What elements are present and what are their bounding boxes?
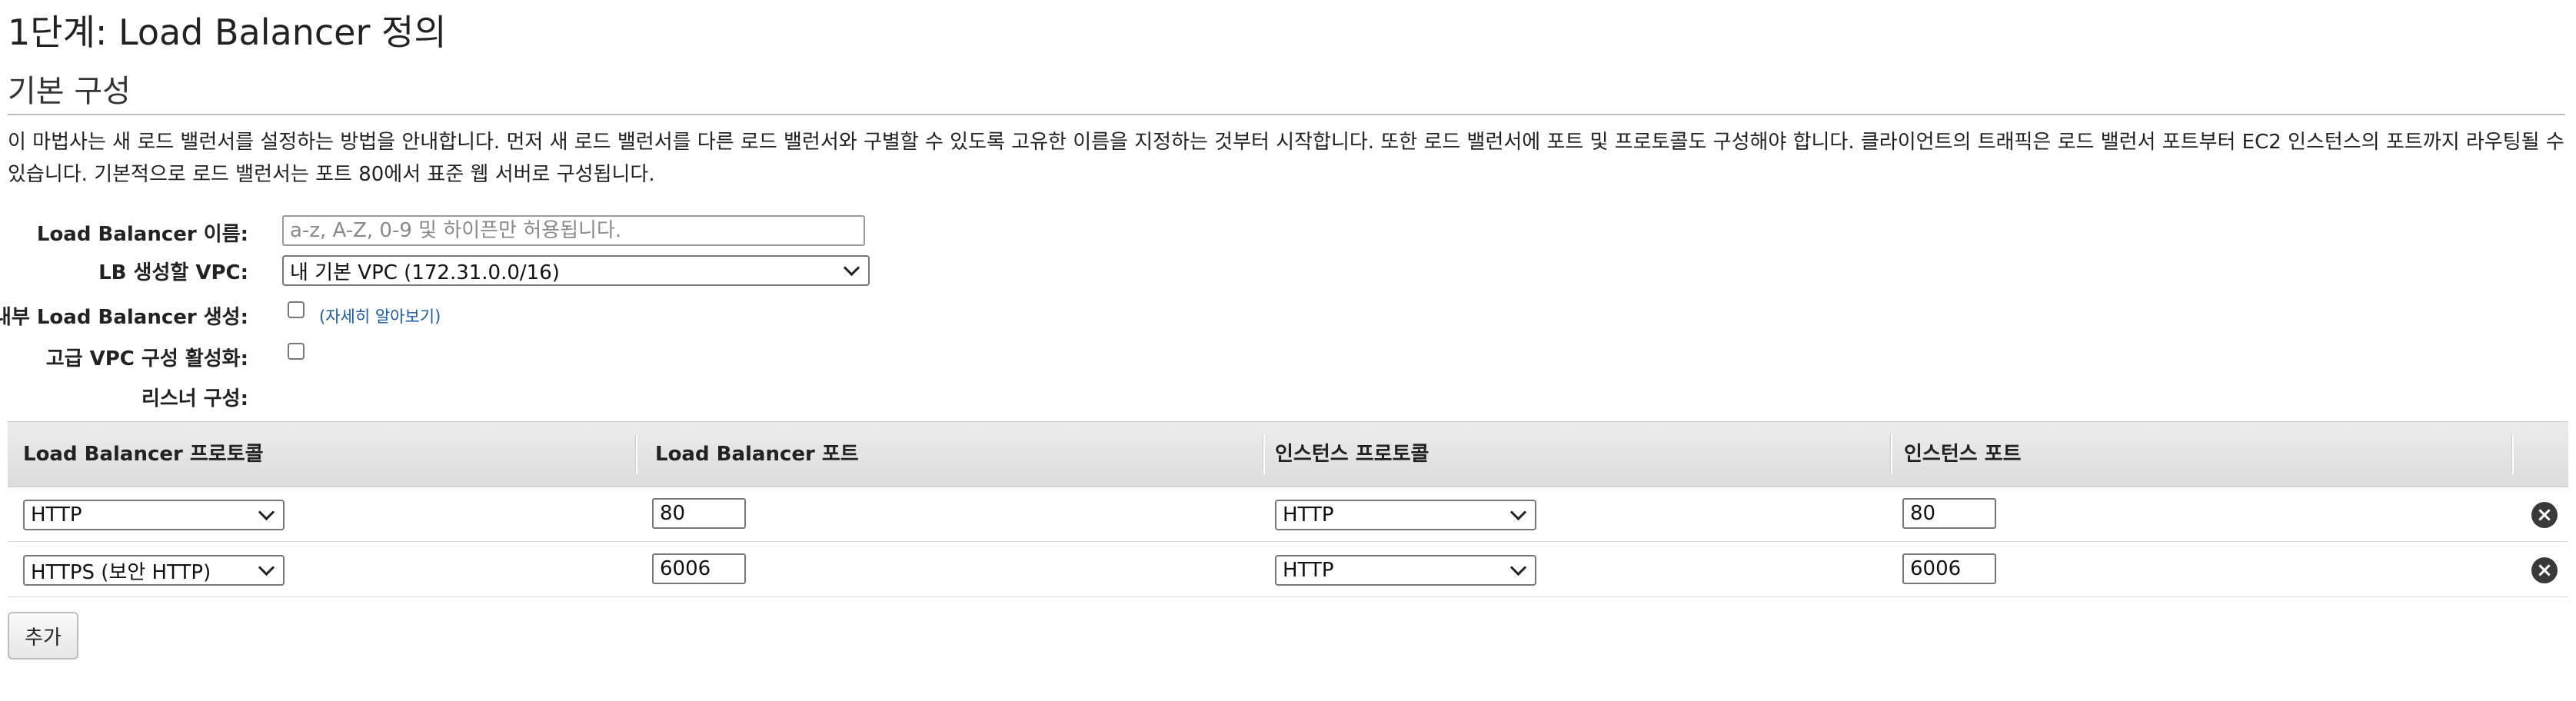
column-divider <box>1263 434 1265 474</box>
lb-port-input[interactable]: 6006 <box>652 553 746 584</box>
column-divider <box>1890 434 1892 474</box>
column-divider <box>2511 434 2514 474</box>
instance-port-input[interactable]: 6006 <box>1902 553 1996 584</box>
col-header-instance-protocol: 인스턴스 프로토콜 <box>1275 443 1429 466</box>
listener-table-header: Load Balancer 프로토콜 Load Balancer 포트 인스턴스… <box>8 421 2568 487</box>
remove-circle-icon[interactable]: × <box>2531 557 2558 583</box>
col-header-lb-protocol: Load Balancer 프로토콜 <box>23 443 264 466</box>
advanced-vpc-checkbox[interactable] <box>288 343 305 360</box>
lb-protocol-value: HTTPS (보안 HTTP) <box>31 560 211 584</box>
internal-lb-label: 내부 Load Balancer 생성: <box>0 306 248 329</box>
instance-protocol-select[interactable]: HTTP <box>1275 500 1536 530</box>
vpc-select-value: 내 기본 VPC (172.31.0.0/16) <box>290 261 560 284</box>
row-divider <box>8 541 2568 542</box>
page-title: 1단계: Load Balancer 정의 <box>8 12 447 53</box>
vpc-label: LB 생성할 VPC: <box>98 261 248 284</box>
col-header-lb-port: Load Balancer 포트 <box>655 443 859 466</box>
lb-name-label: Load Balancer 이름: <box>36 223 248 246</box>
lb-protocol-value: HTTP <box>31 503 82 527</box>
chevron-down-icon <box>1509 503 1527 520</box>
instance-protocol-select[interactable]: HTTP <box>1275 555 1536 586</box>
page: 1단계: Load Balancer 정의 기본 구성 이 마법사는 새 로드 … <box>0 0 2576 701</box>
advanced-vpc-label: 고급 VPC 구성 활성화: <box>45 347 248 370</box>
section-title: 기본 구성 <box>8 74 131 109</box>
lb-protocol-select[interactable]: HTTP <box>23 500 285 530</box>
chevron-down-icon <box>258 559 275 576</box>
column-divider <box>635 434 637 474</box>
col-header-instance-port: 인스턴스 포트 <box>1904 443 2022 466</box>
instance-protocol-value: HTTP <box>1283 559 1334 582</box>
add-listener-label: 추가 <box>25 626 62 650</box>
learn-more-link[interactable]: (자세히 알아보기) <box>319 304 441 327</box>
chevron-down-icon <box>843 259 860 276</box>
instance-port-input[interactable]: 80 <box>1902 498 1996 529</box>
chevron-down-icon <box>1509 559 1527 576</box>
lb-protocol-select[interactable]: HTTPS (보안 HTTP) <box>23 555 285 586</box>
internal-lb-checkbox[interactable] <box>288 301 305 318</box>
intro-text: 이 마법사는 새 로드 밸런서를 설정하는 방법을 안내합니다. 먼저 새 로드… <box>8 131 2564 186</box>
vpc-select[interactable]: 내 기본 VPC (172.31.0.0/16) <box>282 255 870 286</box>
lb-name-input[interactable] <box>282 215 865 246</box>
instance-protocol-value: HTTP <box>1283 503 1334 527</box>
listener-config-label: 리스너 구성: <box>141 387 248 410</box>
chevron-down-icon <box>258 503 275 520</box>
lb-port-input[interactable]: 80 <box>652 498 746 529</box>
add-listener-button[interactable]: 추가 <box>8 612 78 659</box>
row-divider <box>8 596 2568 597</box>
divider <box>8 114 2565 115</box>
remove-circle-icon[interactable]: × <box>2531 502 2558 528</box>
